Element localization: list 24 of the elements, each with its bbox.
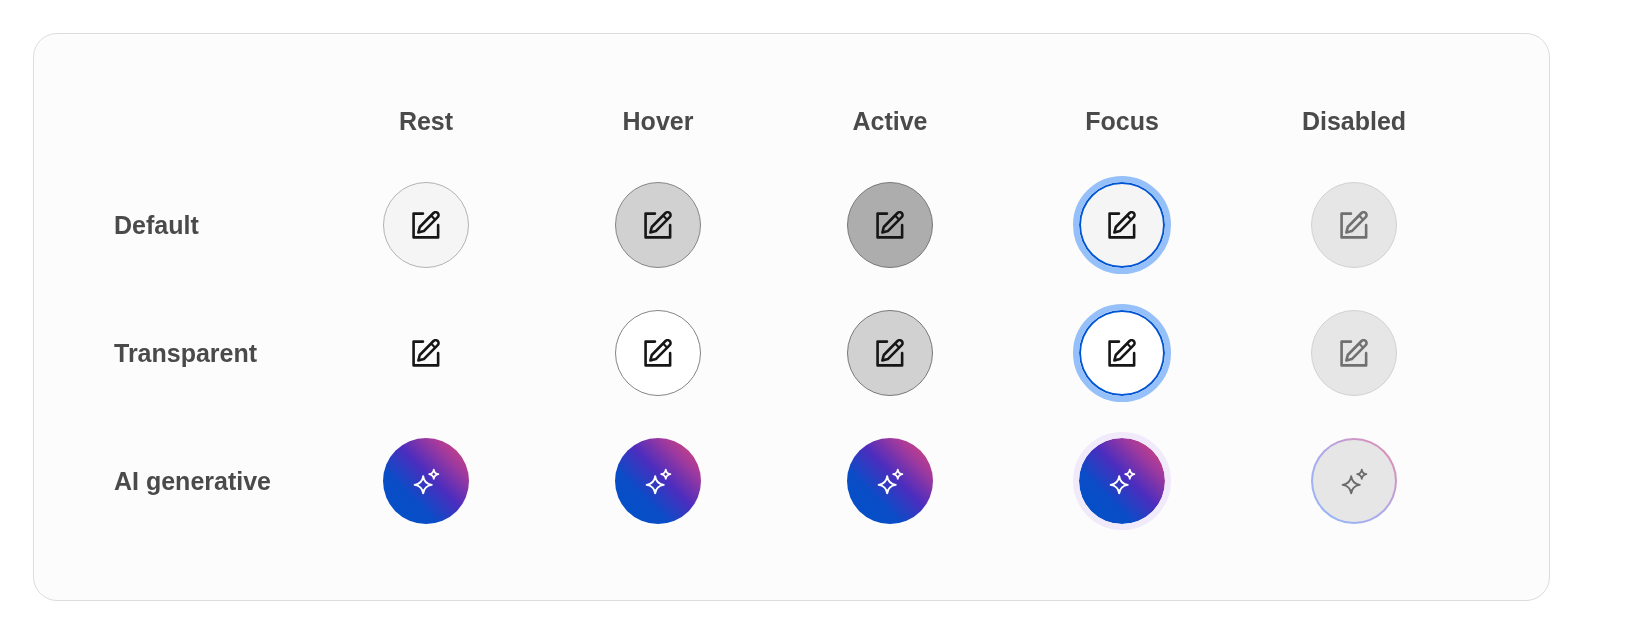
sparkle-icon [412,467,440,495]
edit-icon [412,211,440,239]
edit-icon-button[interactable] [410,337,442,369]
row-label: AI generative [114,466,271,496]
edit-icon [1108,211,1136,239]
edit-icon [644,211,672,239]
sparkle-icon [1108,467,1136,495]
edit-icon [876,339,904,367]
sparkle-icon [644,467,672,495]
edit-icon [1108,339,1136,367]
edit-icon [1340,211,1368,239]
row-label: Transparent [114,338,258,368]
edit-icon [876,211,904,239]
column-header: Rest [398,106,454,136]
sparkle-icon [1340,467,1368,495]
row-label: Default [114,210,199,240]
edit-icon [1340,339,1368,367]
column-header: Disabled [1301,106,1407,136]
sparkle-icon [876,467,904,495]
edit-icon [644,339,672,367]
column-header: Active [852,106,928,136]
edit-icon [412,339,440,367]
column-header: Hover [622,106,694,136]
column-header: Focus [1085,106,1159,136]
